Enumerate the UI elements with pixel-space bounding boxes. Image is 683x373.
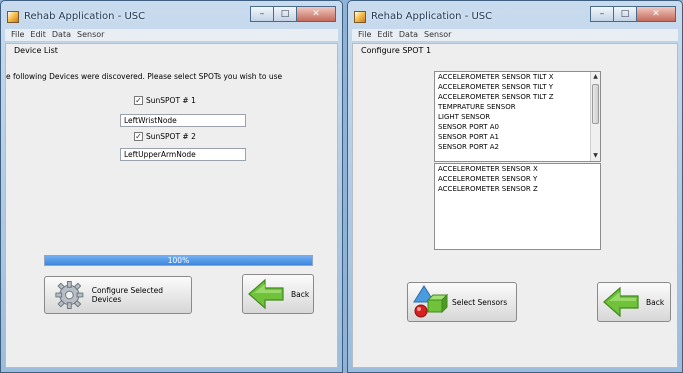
close-icon[interactable]: ✕ [636,6,676,22]
scroll-up-icon[interactable]: ▲ [591,72,600,82]
configure-selected-devices-button[interactable]: Configure Selected Devices [44,276,192,314]
selected-sensors-list[interactable]: ACCELEROMETER SENSOR X ACCELEROMETER SEN… [434,163,601,250]
configure-spot-window: Rehab Application - USC – □ ✕ File Edit … [347,0,683,373]
menu-data[interactable]: Data [396,29,421,41]
title-bar[interactable]: Rehab Application - USC – □ ✕ [1,1,342,29]
minimize-icon[interactable]: – [250,6,274,22]
menu-bar: File Edit Data Sensor [352,29,678,42]
list-item[interactable]: TEMPRATURE SENSOR [435,102,600,112]
back-button-label: Back [291,289,310,299]
panel-heading: Device List [14,46,58,55]
window-title: Rehab Application - USC [24,11,146,22]
device-2-name-input[interactable]: LeftUpperArmNode [120,148,246,161]
list-item[interactable]: ACCELEROMETER SENSOR TILT Y [435,82,600,92]
green-left-arrow-icon [248,278,284,310]
list-item[interactable]: SENSOR PORT A2 [435,142,600,152]
window-title: Rehab Application - USC [371,11,493,22]
progress-bar: 100% [44,255,313,266]
menu-file[interactable]: File [8,29,27,41]
configure-panel: Configure SPOT 1 ACCELEROMETER SENSOR TI… [352,43,678,368]
menu-sensor[interactable]: Sensor [74,29,107,41]
list-item[interactable]: SENSOR PORT A1 [435,132,600,142]
discovery-message: e following Devices were discovered. Ple… [6,72,283,81]
device-1-label: SunSPOT # 1 [146,96,196,105]
scroll-down-icon[interactable]: ▼ [591,151,600,161]
device-list-window: Rehab Application - USC – □ ✕ File Edit … [0,0,343,373]
menu-data[interactable]: Data [49,29,74,41]
device-2-checkbox[interactable]: ✓ SunSPOT # 2 [134,132,196,141]
available-sensors-list[interactable]: ACCELEROMETER SENSOR TILT X ACCELEROMETE… [434,71,601,162]
title-bar[interactable]: Rehab Application - USC – □ ✕ [348,1,682,29]
progress-text: 100% [167,256,190,265]
green-left-arrow-icon [603,286,639,318]
device-2-label: SunSPOT # 2 [146,132,196,141]
list-item[interactable]: ACCELEROMETER SENSOR Z [435,184,600,194]
back-button[interactable]: Back [597,282,671,322]
menu-bar: File Edit Data Sensor [5,29,338,42]
maximize-icon[interactable]: □ [613,6,637,22]
device-1-name-input[interactable]: LeftWristNode [120,114,246,127]
shapes-icon [413,285,449,318]
checkbox-checked-icon: ✓ [134,96,143,105]
list-item[interactable]: ACCELEROMETER SENSOR Y [435,174,600,184]
scroll-thumb[interactable] [592,84,599,124]
list-item[interactable]: ACCELEROMETER SENSOR TILT X [435,72,600,82]
back-button[interactable]: Back [242,274,314,314]
java-cup-icon [354,11,366,23]
list-item[interactable]: SENSOR PORT A0 [435,122,600,132]
device-1-checkbox[interactable]: ✓ SunSPOT # 1 [134,96,196,105]
close-icon[interactable]: ✕ [296,6,336,22]
list-item[interactable]: ACCELEROMETER SENSOR TILT Z [435,92,600,102]
java-cup-icon [7,11,19,23]
configure-button-label: Configure Selected Devices [91,286,163,304]
menu-edit[interactable]: Edit [374,29,396,41]
menu-edit[interactable]: Edit [27,29,49,41]
list-item[interactable]: ACCELEROMETER SENSOR X [435,164,600,174]
menu-file[interactable]: File [355,29,374,41]
list-scrollbar[interactable]: ▲ ▼ [590,72,600,161]
panel-heading: Configure SPOT 1 [361,46,432,55]
gear-icon [55,281,84,309]
list-item[interactable]: LIGHT SENSOR [435,112,600,122]
checkbox-checked-icon: ✓ [134,132,143,141]
select-sensors-button[interactable]: Select Sensors [407,282,517,322]
menu-sensor[interactable]: Sensor [421,29,454,41]
select-sensors-label: Select Sensors [452,297,508,307]
minimize-icon[interactable]: – [590,6,614,22]
maximize-icon[interactable]: □ [273,6,297,22]
device-list-panel: Device List e following Devices were dis… [5,43,338,368]
back-button-label: Back [646,297,665,307]
